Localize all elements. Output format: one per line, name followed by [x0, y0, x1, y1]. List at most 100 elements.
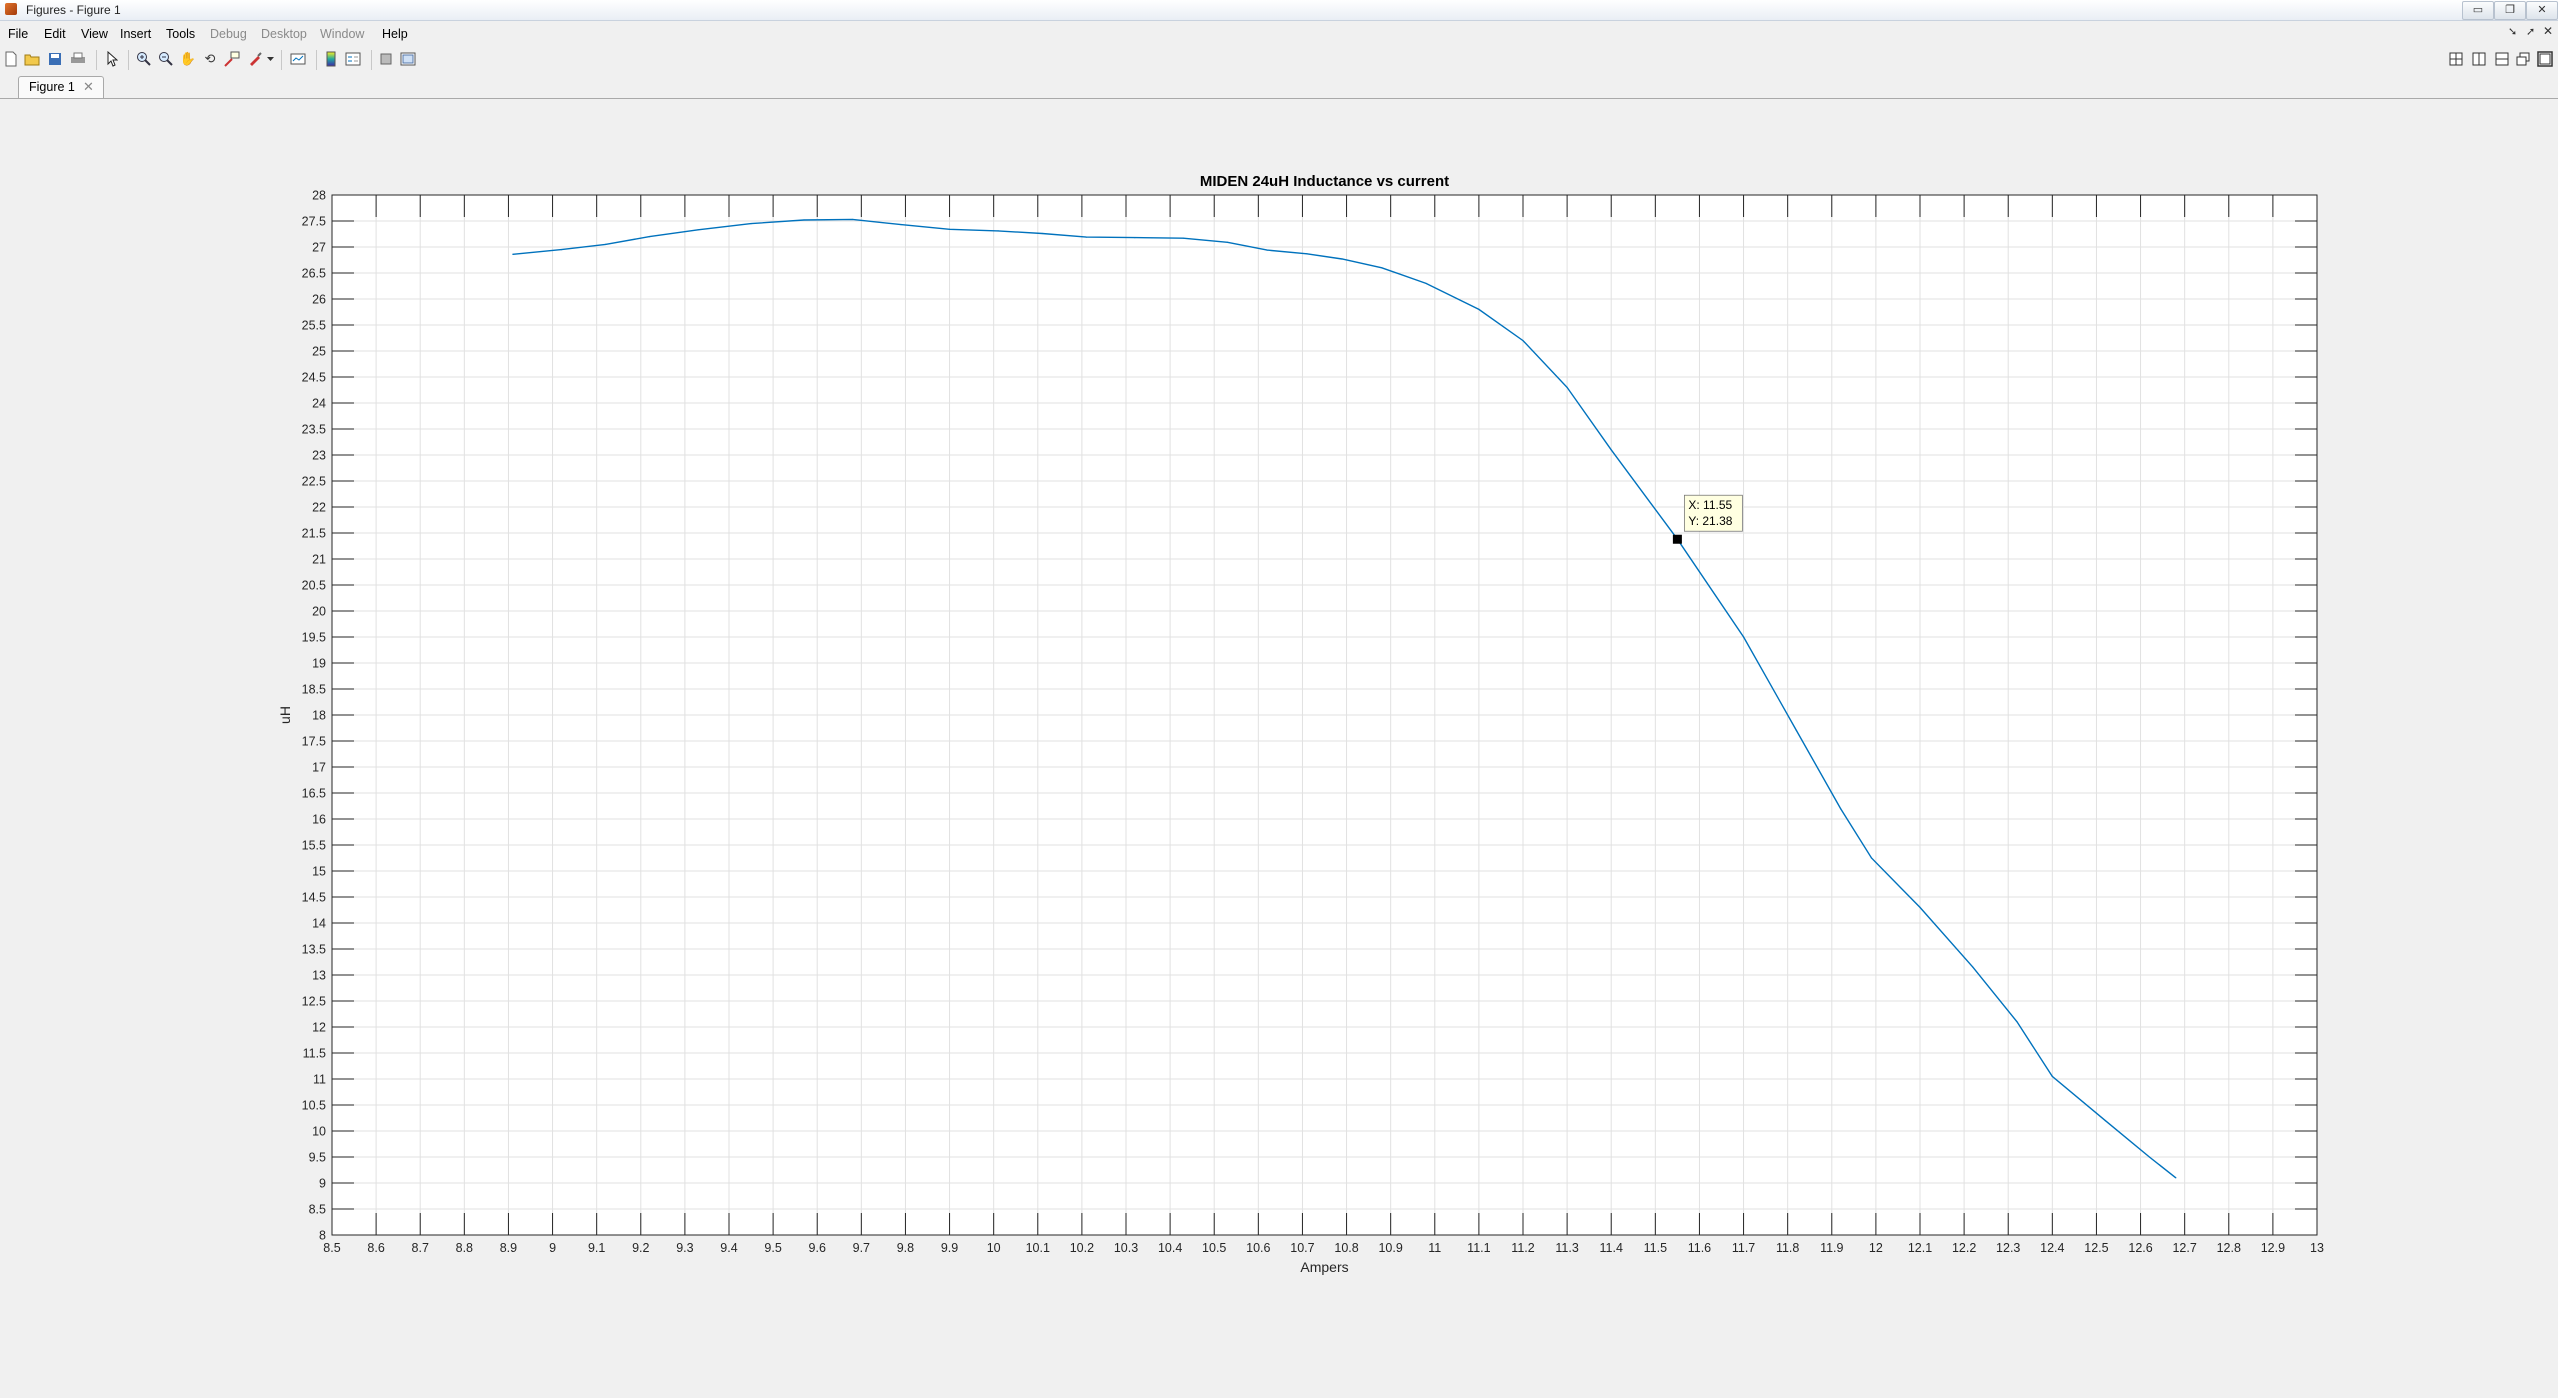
- data-point: [1919, 906, 1921, 909]
- y-tick-label: 15: [312, 865, 326, 879]
- x-tick-label: 10.3: [1114, 1241, 1138, 1255]
- dock-arrow-icon[interactable]: ➚: [2526, 25, 2535, 38]
- y-tick-label: 23.5: [302, 423, 326, 437]
- menu-tools[interactable]: Tools: [166, 27, 195, 41]
- print-icon[interactable]: [69, 50, 87, 68]
- menu-edit[interactable]: Edit: [44, 27, 66, 41]
- tile-rows-icon[interactable]: [2493, 50, 2511, 68]
- y-tick-label: 10: [312, 1125, 326, 1139]
- x-tick-label: 10.7: [1290, 1241, 1314, 1255]
- y-tick-label: 24: [312, 397, 326, 411]
- save-icon[interactable]: [46, 50, 64, 68]
- x-tick-label: 9.1: [588, 1241, 605, 1255]
- x-tick-label: 11.4: [1600, 1241, 1623, 1255]
- y-tick-label: 19.5: [302, 631, 326, 645]
- y-tick-label: 17: [312, 761, 326, 775]
- y-tick-label: 27.5: [302, 215, 326, 229]
- menu-view[interactable]: View: [81, 27, 108, 41]
- menu-window[interactable]: Window: [320, 27, 364, 41]
- pointer-icon[interactable]: [103, 50, 121, 68]
- data-point: [900, 224, 902, 226]
- show-plot-tools-icon[interactable]: [399, 50, 417, 68]
- data-point: [1085, 236, 1087, 238]
- x-tick-label: 9: [549, 1241, 556, 1255]
- data-point: [1425, 282, 1427, 284]
- minimize-button[interactable]: ▭: [2462, 1, 2494, 20]
- toolbar-separator: [371, 50, 372, 70]
- close-figure-icon[interactable]: ✕: [2543, 24, 2553, 38]
- restore-button[interactable]: ❐: [2494, 1, 2526, 20]
- y-tick-label: 16: [312, 813, 326, 827]
- data-cursor-icon[interactable]: [223, 50, 241, 68]
- x-tick-label: 12.2: [1952, 1241, 1976, 1255]
- y-tick-label: 12.5: [302, 995, 326, 1009]
- data-point: [1840, 808, 1842, 810]
- legend-icon[interactable]: [344, 50, 362, 68]
- menu-desktop[interactable]: Desktop: [261, 27, 307, 41]
- y-tick-label: 11: [313, 1073, 326, 1087]
- data-point: [1522, 340, 1524, 342]
- x-tick-label: 8.5: [323, 1241, 340, 1255]
- hide-plot-tools-icon[interactable]: [377, 50, 395, 68]
- menu-file[interactable]: File: [8, 27, 28, 41]
- data-point: [1341, 258, 1343, 260]
- data-point: [1972, 966, 1974, 968]
- data-tip-marker[interactable]: [1672, 534, 1682, 544]
- x-tick-label: 10.2: [1070, 1241, 1094, 1255]
- y-tick-label: 25.5: [302, 319, 326, 333]
- tile-grid-icon[interactable]: [2447, 50, 2465, 68]
- y-tick-label: 21.5: [302, 527, 326, 541]
- zoom-in-icon[interactable]: [135, 50, 153, 68]
- undock-arrow-icon[interactable]: ➘: [2508, 25, 2517, 38]
- brush-icon[interactable]: [246, 50, 264, 68]
- figure-canvas: 8.5 8.6 8.7 8.8 8.9 9 9.1 9.2 9.3 9.4 9.5 9.6 9.7 9.8…: [0, 99, 2558, 1398]
- brush-dropdown-icon[interactable]: [266, 50, 274, 68]
- y-tick-label: 19: [312, 657, 326, 671]
- data-point: [750, 223, 752, 225]
- data-point: [997, 230, 999, 232]
- tab-figure-1[interactable]: Figure 1 ✕: [18, 76, 104, 98]
- zoom-out-icon[interactable]: [157, 50, 175, 68]
- open-file-icon[interactable]: [23, 50, 41, 68]
- x-tick-label: 9.5: [764, 1241, 781, 1255]
- new-figure-icon[interactable]: [2, 50, 20, 68]
- pan-icon[interactable]: ✋: [179, 50, 197, 68]
- grid-lines: [331, 194, 2318, 1236]
- data-point: [2104, 1120, 2106, 1122]
- data-point: [1266, 249, 1268, 251]
- y-tick-label: 26.5: [302, 267, 326, 281]
- y-axis-label: uH: [277, 706, 293, 724]
- link-plot-icon[interactable]: [289, 50, 307, 68]
- y-tick-label: 18.5: [302, 683, 326, 697]
- x-tick-label: 8.9: [500, 1241, 517, 1255]
- data-point: [2148, 1156, 2150, 1158]
- data-point: [512, 253, 514, 255]
- float-icon[interactable]: [2514, 50, 2532, 68]
- x-tick-label: 10.4: [1158, 1241, 1182, 1255]
- maximize-icon[interactable]: [2536, 50, 2554, 68]
- menu-help[interactable]: Help: [382, 27, 408, 41]
- x-tick-labels: 8.5 8.6 8.7 8.8 8.9 9 9.1 9.2 9.3 9.4 9.5 9.6 9.7 9.8…: [323, 1241, 2324, 1255]
- data-point: [1134, 237, 1136, 239]
- y-tick-label: 8.5: [309, 1203, 326, 1217]
- window-title-bar: Figures - Figure 1 ▭ ❐ ✕: [0, 0, 2558, 21]
- close-button[interactable]: ✕: [2526, 1, 2558, 20]
- tile-columns-icon[interactable]: [2470, 50, 2488, 68]
- x-tick-label: 10.8: [1334, 1241, 1358, 1255]
- menu-bar: File Edit View Insert Tools Debug Deskto…: [0, 21, 2558, 47]
- y-tick-label: 9: [319, 1177, 326, 1191]
- colorbar-icon[interactable]: [322, 50, 340, 68]
- menu-debug[interactable]: Debug: [210, 27, 247, 41]
- x-axis-label: Ampers: [1300, 1259, 1348, 1275]
- x-tick-label: 12.1: [1908, 1241, 1932, 1255]
- toolbar-separator: [316, 50, 317, 70]
- y-tick-label: 9.5: [309, 1151, 326, 1165]
- x-tick-label: 10.6: [1246, 1241, 1270, 1255]
- tab-close-icon[interactable]: ✕: [83, 79, 94, 95]
- menu-insert[interactable]: Insert: [120, 27, 151, 41]
- tab-label: Figure 1: [29, 80, 75, 94]
- rotate-3d-icon[interactable]: ⟲: [201, 50, 219, 68]
- x-tick-label: 8.7: [412, 1241, 429, 1255]
- x-tick-label: 12.5: [2084, 1241, 2108, 1255]
- line-chart[interactable]: 8.5 8.6 8.7 8.8 8.9 9 9.1 9.2 9.3 9.4 9.5 9.6 9.7 9.8…: [0, 99, 2558, 1398]
